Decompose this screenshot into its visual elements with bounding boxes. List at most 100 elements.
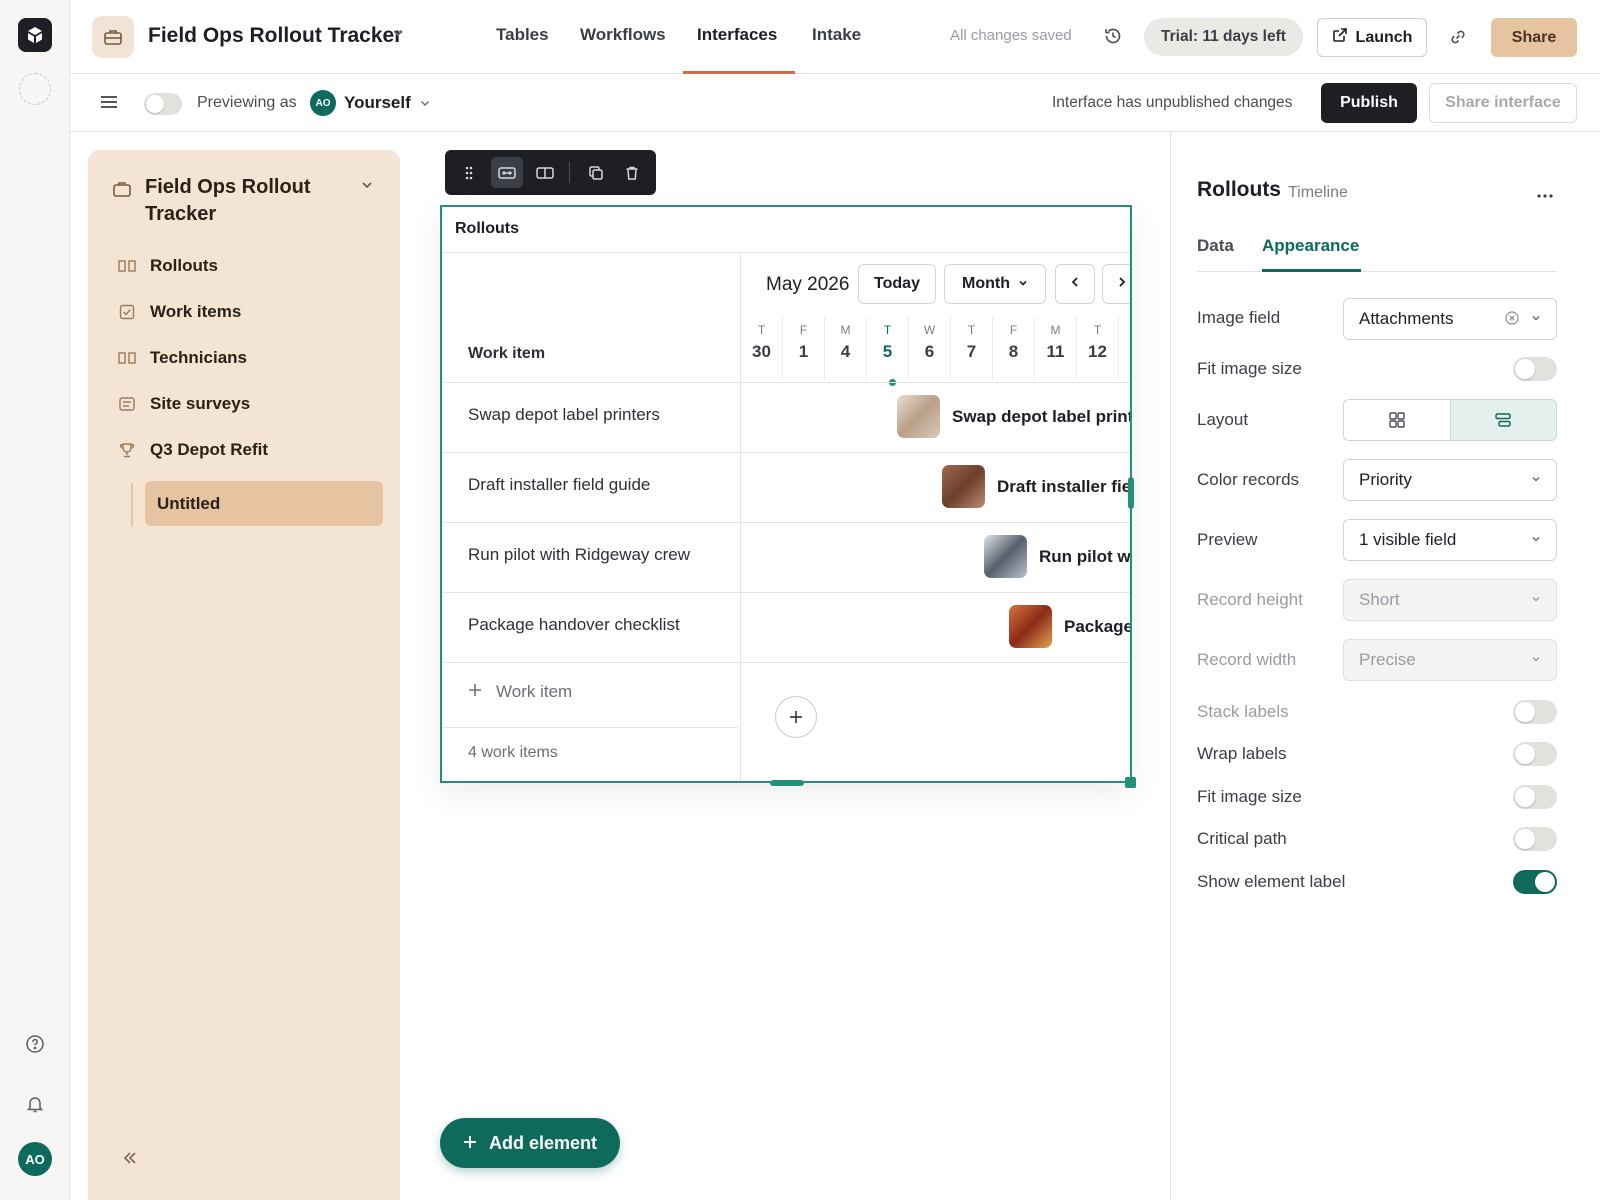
record-height-select[interactable]: Short	[1343, 579, 1557, 621]
today-button[interactable]: Today	[858, 264, 936, 304]
divider	[1197, 271, 1557, 272]
workspace-placeholder-icon[interactable]	[19, 73, 51, 105]
prev-period-button[interactable]	[1055, 264, 1095, 304]
tree-line	[131, 483, 133, 527]
next-period-button[interactable]	[1102, 264, 1130, 304]
wrap-labels-toggle[interactable]	[1513, 742, 1557, 766]
user-avatar[interactable]: AO	[18, 1142, 52, 1176]
add-element-button[interactable]: Add element	[440, 1118, 620, 1168]
menu-icon[interactable]	[100, 94, 118, 115]
fit-image-toggle[interactable]	[1513, 357, 1557, 381]
timeline-record[interactable]: Package handover checklist	[1009, 605, 1130, 648]
half-width-icon[interactable]	[529, 157, 561, 188]
sidebar-item-label: Work items	[150, 302, 242, 321]
fit-image-toggle-2[interactable]	[1513, 785, 1557, 809]
list-layout-icon[interactable]	[1449, 400, 1556, 440]
chevron-down-icon	[1531, 312, 1541, 326]
grid-columns-icon	[118, 349, 136, 367]
sidebar-item-rollouts[interactable]: Rollouts	[118, 256, 218, 276]
record-width-select[interactable]: Precise	[1343, 639, 1557, 681]
clear-icon[interactable]	[1505, 310, 1519, 328]
sidebar-page-untitled[interactable]: Untitled	[145, 481, 383, 526]
sidebar-title[interactable]: Field Ops Rollout Tracker	[145, 174, 365, 228]
preview-user-select[interactable]: Yourself	[344, 93, 411, 113]
resize-handle-right[interactable]	[1128, 477, 1134, 509]
bell-icon[interactable]	[24, 1093, 46, 1115]
chevron-down-icon[interactable]	[360, 178, 374, 197]
add-work-item-button[interactable]: Work item	[468, 682, 572, 702]
scale-select[interactable]: Month	[944, 264, 1046, 304]
preview-toggle[interactable]	[144, 93, 182, 115]
more-options-icon[interactable]	[1536, 182, 1554, 203]
table-row[interactable]: Run pilot with Ridgeway crew	[468, 545, 690, 565]
drag-handle-icon[interactable]	[453, 157, 485, 188]
trash-icon[interactable]	[616, 157, 648, 188]
share-button[interactable]: Share	[1491, 18, 1577, 57]
launch-button[interactable]: Launch	[1317, 18, 1427, 57]
unpublished-status: Interface has unpublished changes	[1052, 94, 1293, 111]
record-width-value: Precise	[1359, 650, 1416, 669]
preview-select[interactable]: 1 visible field	[1343, 519, 1557, 561]
image-field-select[interactable]: Attachments	[1343, 298, 1557, 340]
tab-tables[interactable]: Tables	[496, 25, 549, 45]
full-width-icon[interactable]	[491, 157, 523, 188]
base-name[interactable]: Field Ops Rollout Tracker	[148, 24, 402, 48]
help-icon[interactable]	[24, 1033, 46, 1055]
tab-intake[interactable]: Intake	[812, 25, 861, 45]
chevron-down-icon	[1531, 653, 1541, 667]
sidebar-item-site-surveys[interactable]: Site surveys	[118, 394, 250, 414]
timeline-record[interactable]: Run pilot with Ridgeway crew	[984, 535, 1130, 578]
preview-value: 1 visible field	[1359, 530, 1457, 549]
element-title: Rollouts	[455, 220, 519, 237]
share-interface-button[interactable]: Share interface	[1429, 83, 1577, 123]
image-field-value: Attachments	[1359, 309, 1454, 328]
column-header[interactable]: Work item	[468, 345, 545, 363]
stack-labels-label: Stack labels	[1197, 702, 1289, 721]
publish-button[interactable]: Publish	[1321, 83, 1417, 123]
table-row[interactable]: Swap depot label printers	[468, 405, 660, 425]
link-icon[interactable]	[1449, 28, 1467, 51]
tab-workflows[interactable]: Workflows	[580, 25, 666, 45]
briefcase-icon[interactable]	[92, 16, 134, 58]
chevron-down-icon[interactable]	[419, 96, 431, 114]
timeline-record[interactable]: Draft installer field guide	[942, 465, 1130, 508]
stack-labels-toggle[interactable]	[1513, 700, 1557, 724]
grid-layout-icon[interactable]	[1344, 400, 1450, 440]
collapse-sidebar-icon[interactable]	[122, 1150, 138, 1171]
table-row[interactable]: Draft installer field guide	[468, 475, 650, 495]
tab-interfaces[interactable]: Interfaces	[697, 25, 777, 45]
tab-data[interactable]: Data	[1197, 236, 1234, 256]
table-row[interactable]: Package handover checklist	[468, 615, 680, 635]
divider	[442, 382, 1130, 383]
sidebar-item-q3-depot-refit[interactable]: Q3 Depot Refit	[118, 440, 268, 460]
tab-appearance[interactable]: Appearance	[1262, 236, 1359, 256]
record-count: 4 work items	[468, 744, 558, 761]
duplicate-icon[interactable]	[580, 157, 612, 188]
critical-path-toggle[interactable]	[1513, 827, 1557, 851]
left-rail: AO	[0, 0, 70, 1200]
chevron-down-icon[interactable]	[391, 26, 405, 45]
toolbar-divider	[569, 162, 570, 183]
resize-handle-corner[interactable]	[1125, 777, 1136, 788]
sidebar-item-label: Technicians	[150, 348, 247, 367]
timeline-record[interactable]: Swap depot label printers	[897, 395, 1130, 438]
app-logo-icon[interactable]	[18, 18, 52, 52]
day-column: F1	[783, 317, 825, 381]
previewing-label: Previewing as	[197, 94, 297, 111]
briefcase-icon	[112, 180, 132, 203]
add-record-button[interactable]	[775, 696, 817, 738]
sidebar-item-technicians[interactable]: Technicians	[118, 348, 247, 368]
color-records-select[interactable]: Priority	[1343, 459, 1557, 501]
checkbox-icon	[118, 303, 136, 321]
chevron-down-icon	[1531, 593, 1541, 607]
sidebar-item-label: Q3 Depot Refit	[150, 440, 269, 459]
divider	[442, 452, 1130, 453]
record-thumbnail	[1009, 605, 1052, 648]
resize-handle-bottom[interactable]	[770, 780, 804, 786]
trial-badge[interactable]: Trial: 11 days left	[1144, 18, 1303, 56]
timeline-element[interactable]: Rollouts Work item May 2026 Today Month …	[440, 205, 1132, 783]
history-icon[interactable]	[1103, 26, 1123, 51]
sidebar-item-work-items[interactable]: Work items	[118, 302, 241, 322]
chevron-right-icon	[1117, 275, 1127, 293]
show-element-label-toggle[interactable]	[1513, 870, 1557, 894]
